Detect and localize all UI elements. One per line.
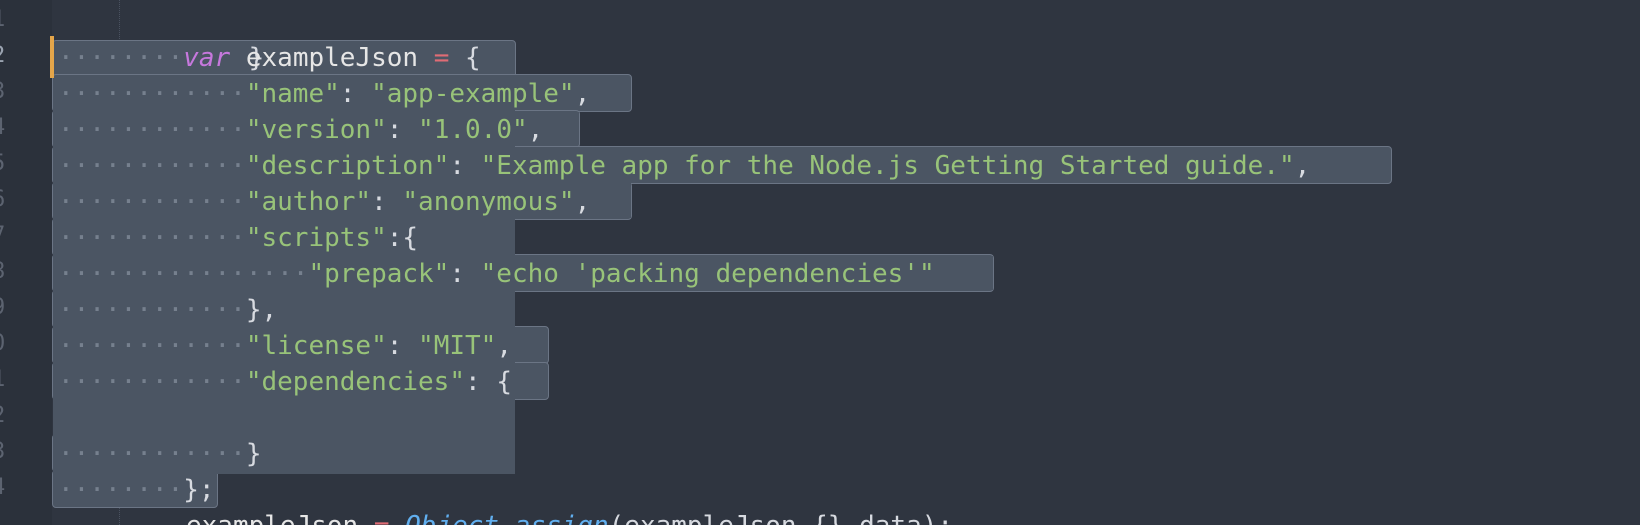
code-line: ············}, bbox=[58, 292, 277, 328]
line-number: 2 bbox=[0, 38, 6, 74]
closing-brace: } bbox=[245, 439, 262, 469]
json-key: "scripts" bbox=[245, 223, 387, 253]
whitespace-dots: ········ bbox=[58, 43, 184, 73]
colon: : bbox=[449, 259, 465, 289]
variable-name: exampleJson bbox=[245, 43, 419, 73]
variable-name: exampleJson bbox=[186, 511, 358, 525]
code-line: ············"dependencies": { bbox=[58, 364, 512, 400]
code-line: ············} bbox=[58, 436, 262, 472]
line-number: 3 bbox=[0, 434, 6, 470]
code-line: ············"scripts":{ bbox=[58, 220, 418, 256]
line-number: 3 bbox=[0, 74, 6, 110]
line-number: 1 bbox=[0, 2, 6, 38]
open-brace: { bbox=[465, 43, 481, 73]
line-number: 9 bbox=[0, 290, 6, 326]
json-value: "MIT" bbox=[418, 331, 497, 361]
comma: , bbox=[496, 331, 512, 361]
assignment-operator: = bbox=[374, 511, 390, 525]
comma: , bbox=[574, 187, 591, 217]
colon: : bbox=[386, 331, 403, 361]
line-number: 2 bbox=[0, 398, 6, 434]
whitespace-dots: ············ bbox=[58, 79, 246, 109]
json-key: "name" bbox=[245, 79, 340, 109]
whitespace-dots: ············ bbox=[58, 151, 246, 181]
json-key: "version" bbox=[245, 115, 387, 145]
comma: , bbox=[574, 79, 591, 109]
line-number: 6 bbox=[0, 182, 6, 218]
json-value: "Example app for the Node.js Getting Sta… bbox=[480, 151, 1295, 181]
closing-brace-semicolon: }; bbox=[183, 475, 215, 505]
method-name: assign bbox=[515, 511, 609, 525]
colon: : bbox=[465, 367, 481, 397]
json-key: "dependencies" bbox=[245, 367, 465, 397]
whitespace-dots: ············ bbox=[58, 115, 246, 145]
code-line: ············"version": "1.0.0", bbox=[58, 112, 543, 148]
code-editor[interactable]: 1 2 3 4 5 6 7 8 9 0 1 2 3 4 } ········va… bbox=[0, 0, 1640, 525]
line-number: 5 bbox=[0, 146, 6, 182]
code-line: ········}; bbox=[58, 472, 215, 508]
json-key: "description" bbox=[245, 151, 450, 181]
line-number: 0 bbox=[0, 326, 6, 362]
code-line: ········var exampleJson = { bbox=[58, 40, 481, 76]
colon: : bbox=[339, 79, 356, 109]
json-value: "1.0.0" bbox=[418, 115, 528, 145]
comma: , bbox=[1294, 151, 1311, 181]
line-number: 8 bbox=[0, 254, 6, 290]
comma: , bbox=[527, 115, 544, 145]
open-brace: { bbox=[402, 223, 419, 253]
code-line: ············"name": "app-example", bbox=[58, 76, 590, 112]
whitespace-dots: ············ bbox=[58, 331, 246, 361]
line-number-gutter: 1 2 3 4 5 6 7 8 9 0 1 2 3 4 bbox=[0, 0, 52, 525]
whitespace-dots: ············ bbox=[58, 367, 246, 397]
colon: : bbox=[386, 115, 403, 145]
colon: : bbox=[371, 187, 387, 217]
whitespace-dots: ············ bbox=[58, 439, 246, 469]
open-brace: { bbox=[496, 367, 512, 397]
whitespace-dots: ············ bbox=[58, 187, 246, 217]
whitespace-dots: ········ bbox=[58, 475, 184, 505]
colon: : bbox=[386, 223, 403, 253]
json-value: "echo 'packing dependencies'" bbox=[480, 259, 935, 289]
call-args: (exampleJson,{},data); bbox=[609, 511, 953, 525]
json-key: "prepack" bbox=[308, 259, 450, 289]
whitespace-dots: ················ bbox=[58, 259, 309, 289]
code-line: ············"license": "MIT", bbox=[58, 328, 512, 364]
code-line: } bbox=[186, 4, 265, 73]
whitespace-dots: ············ bbox=[58, 295, 246, 325]
current-line-marker bbox=[50, 36, 54, 78]
assignment-operator: = bbox=[433, 43, 450, 73]
json-key: "license" bbox=[245, 331, 387, 361]
colon: : bbox=[449, 151, 465, 181]
line-number: 7 bbox=[0, 218, 6, 254]
code-line: exampleJson = Object.assign(exampleJson,… bbox=[186, 508, 953, 525]
code-line: ················"prepack": "echo 'packin… bbox=[58, 256, 935, 292]
json-value: "anonymous" bbox=[402, 187, 575, 217]
code-line: ············"author": "anonymous", bbox=[58, 184, 590, 220]
dot: . bbox=[499, 511, 515, 525]
object-identifier: Object bbox=[405, 511, 499, 525]
line-number: 4 bbox=[0, 470, 6, 506]
line-number: 1 bbox=[0, 362, 6, 398]
code-line: ············"description": "Example app … bbox=[58, 148, 1310, 184]
line-number: 4 bbox=[0, 110, 6, 146]
json-key: "author" bbox=[245, 187, 372, 217]
var-keyword: var bbox=[183, 43, 231, 73]
json-value: "app-example" bbox=[371, 79, 575, 109]
whitespace-dots: ············ bbox=[58, 223, 246, 253]
closing-brace: }, bbox=[245, 295, 278, 325]
